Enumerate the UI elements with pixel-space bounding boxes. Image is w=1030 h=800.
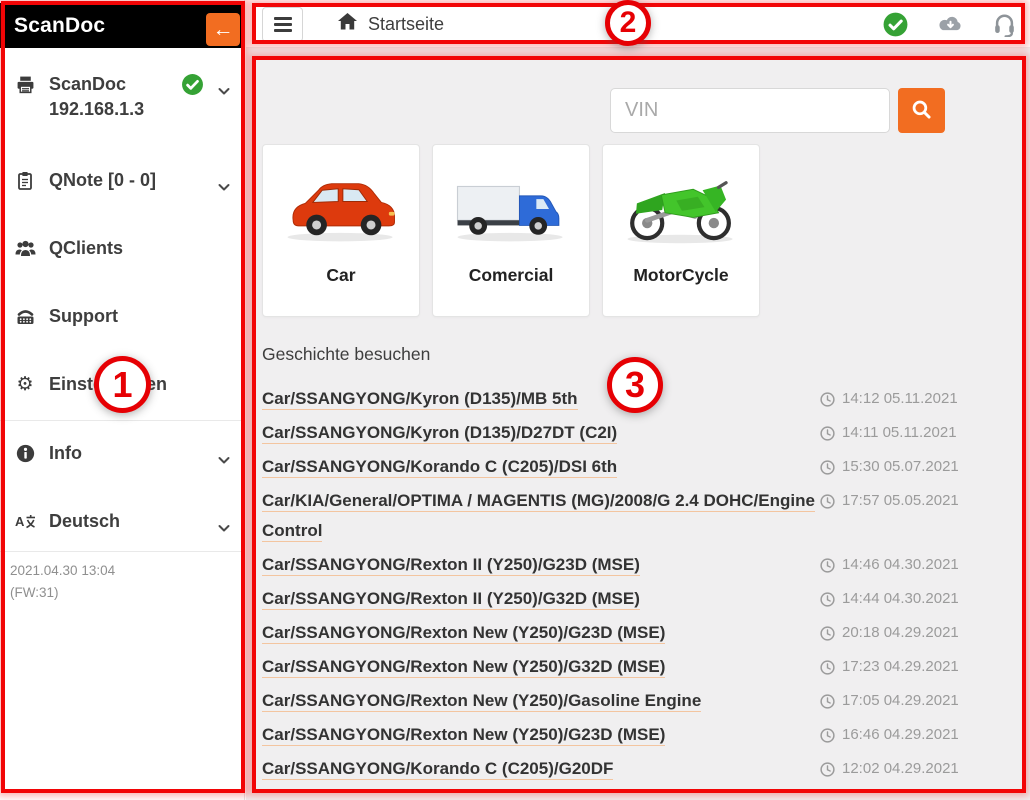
history-timestamp: 12:02 04.29.2021 <box>820 754 959 784</box>
card-car[interactable]: Car <box>262 144 420 317</box>
chevron-down-icon <box>218 176 230 197</box>
vehicle-type-cards: Car Comercial <box>262 144 760 317</box>
history-row: Car/SSANGYONG/Rexton New (Y250)/G23D (MS… <box>262 720 1024 750</box>
history-timestamp: 14:46 04.30.2021 <box>820 550 959 580</box>
scanner-icon <box>14 75 36 94</box>
sidebar-item-label: Support <box>49 306 118 327</box>
sidebar-item-label: QNote [0 - 0] <box>49 170 156 191</box>
sidebar-item-qclients[interactable]: QClients <box>14 233 236 263</box>
history-link[interactable]: Car/SSANGYONG/Rexton II (Y250)/G32D (MSE… <box>262 584 820 614</box>
history-row: Car/SSANGYONG/Rexton II (Y250)/G32D (MSE… <box>262 584 1024 614</box>
sidebar-item-label: Deutsch <box>49 511 120 532</box>
history-row: Car/SSANGYONG/Kyron (D135)/MB 5th 14:12 … <box>262 384 1024 414</box>
topbar-status-icons <box>883 0 1016 48</box>
device-ip-address: 192.168.1.3 <box>49 99 144 120</box>
fax-icon <box>14 307 36 325</box>
users-icon <box>14 240 36 257</box>
firmware-info: 2021.04.30 13:04 (FW:31) <box>10 560 115 605</box>
sidebar-item-qnote[interactable]: QNote [0 - 0] <box>14 165 236 195</box>
vin-search <box>610 88 945 133</box>
connection-ok-icon[interactable] <box>883 12 908 37</box>
history-row: Car/SSANGYONG/Kyron (D135)/D27DT (C2I) 1… <box>262 418 1024 448</box>
history-link[interactable]: Car/SSANGYONG/Rexton New (Y250)/G23D (MS… <box>262 618 820 648</box>
card-label: Comercial <box>469 265 554 286</box>
card-motorcycle[interactable]: MotorCycle <box>602 144 760 317</box>
device-connected-icon <box>181 73 204 101</box>
chevron-down-icon <box>218 449 230 470</box>
main-content: Car Comercial <box>246 48 1030 800</box>
history-timestamp: 17:05 04.29.2021 <box>820 686 959 716</box>
history-link[interactable]: Car/SSANGYONG/Rexton II (Y250)/G23D (MSE… <box>262 550 820 580</box>
history-link[interactable]: Car/SSANGYONG/Korando C (C205)/G20DF <box>262 754 820 784</box>
history-list: Car/SSANGYONG/Kyron (D135)/MB 5th 14:12 … <box>262 384 1024 788</box>
history-link[interactable]: Car/KIA/General/OPTIMA / MAGENTIS (MG)/2… <box>262 486 820 546</box>
history-timestamp: 14:44 04.30.2021 <box>820 584 959 614</box>
scandoc-app: ScanDoc ← ScanDoc 192.168.1.3 QNote [0 -… <box>0 0 1030 800</box>
sidebar-item-label: Info <box>49 443 82 464</box>
history-link[interactable]: Car/SSANGYONG/Rexton New (Y250)/G32D (MS… <box>262 652 820 682</box>
card-label: MotorCycle <box>633 265 728 286</box>
history-timestamp: 14:11 05.11.2021 <box>820 418 957 448</box>
history-link[interactable]: Car/SSANGYONG/Rexton New (Y250)/Gasoline… <box>262 686 820 716</box>
card-comercial[interactable]: Comercial <box>432 144 590 317</box>
firmware-version: (FW:31) <box>10 582 115 604</box>
collapse-sidebar-button[interactable]: ← <box>206 13 240 46</box>
sidebar-divider <box>0 420 244 421</box>
sidebar-item-language[interactable]: A Deutsch <box>14 506 236 536</box>
svg-text:A: A <box>15 514 25 529</box>
history-timestamp: 17:57 05.05.2021 <box>820 486 959 516</box>
sidebar-item-einstellungen[interactable]: ⚙ Einstellungen <box>14 369 236 399</box>
sidebar-item-label: ScanDoc <box>49 74 126 95</box>
home-icon <box>338 13 357 35</box>
headset-icon[interactable] <box>993 12 1016 37</box>
info-icon <box>14 444 36 463</box>
car-image <box>280 145 402 265</box>
brand-title: ScanDoc <box>0 14 105 38</box>
history-link[interactable]: Car/SSANGYONG/Korando C (C205)/DSI 6th <box>262 452 820 482</box>
history-row: Car/SSANGYONG/Korando C (C205)/DSI 6th 1… <box>262 452 1024 482</box>
history-timestamp: 15:30 05.07.2021 <box>820 452 959 482</box>
sidebar-header: ScanDoc ← <box>0 3 245 48</box>
breadcrumb-label: Startseite <box>368 14 444 35</box>
motorcycle-image <box>620 145 742 265</box>
sidebar-divider <box>0 551 244 552</box>
sidebar-item-scandoc[interactable]: ScanDoc <box>14 69 236 99</box>
sidebar: ScanDoc ← ScanDoc 192.168.1.3 QNote [0 -… <box>0 0 245 800</box>
menu-toggle-button[interactable] <box>262 7 303 42</box>
gear-icon: ⚙ <box>14 375 36 394</box>
topbar: Startseite <box>246 0 1030 48</box>
history-row: Car/SSANGYONG/Rexton New (Y250)/Gasoline… <box>262 686 1024 716</box>
history-row: Car/SSANGYONG/Korando C (C205)/G20DF 12:… <box>262 754 1024 784</box>
search-icon <box>911 99 932 123</box>
clipboard-icon <box>14 171 36 190</box>
history-timestamp: 14:12 05.11.2021 <box>820 384 958 414</box>
history-timestamp: 16:46 04.29.2021 <box>820 720 959 750</box>
sidebar-item-support[interactable]: Support <box>14 301 236 331</box>
language-icon: A <box>14 513 36 529</box>
history-link[interactable]: Car/SSANGYONG/Rexton New (Y250)/G23D (MS… <box>262 720 820 750</box>
cloud-download-icon[interactable] <box>937 14 964 34</box>
history-row: Car/SSANGYONG/Rexton New (Y250)/G32D (MS… <box>262 652 1024 682</box>
chevron-down-icon <box>218 517 230 538</box>
history-row: Car/KIA/General/OPTIMA / MAGENTIS (MG)/2… <box>262 486 1024 546</box>
history-link[interactable]: Car/SSANGYONG/Kyron (D135)/MB 5th <box>262 384 820 414</box>
history-row: Car/SSANGYONG/Rexton II (Y250)/G23D (MSE… <box>262 550 1024 580</box>
sidebar-item-info[interactable]: Info <box>14 438 236 468</box>
sidebar-item-label: QClients <box>49 238 123 259</box>
vin-input[interactable] <box>610 88 890 133</box>
sidebar-item-label: Einstellungen <box>49 374 167 395</box>
history-timestamp: 20:18 04.29.2021 <box>820 618 959 648</box>
firmware-date: 2021.04.30 13:04 <box>10 560 115 582</box>
search-button[interactable] <box>898 88 945 133</box>
history-link[interactable]: Car/SSANGYONG/Kyron (D135)/D27DT (C2I) <box>262 418 820 448</box>
card-label: Car <box>326 265 355 286</box>
history-timestamp: 17:23 04.29.2021 <box>820 652 959 682</box>
chevron-down-icon <box>218 80 230 101</box>
breadcrumb[interactable]: Startseite <box>338 0 444 48</box>
history-row: Car/SSANGYONG/Rexton New (Y250)/G23D (MS… <box>262 618 1024 648</box>
truck-image <box>450 145 572 265</box>
history-title: Geschichte besuchen <box>262 344 430 365</box>
